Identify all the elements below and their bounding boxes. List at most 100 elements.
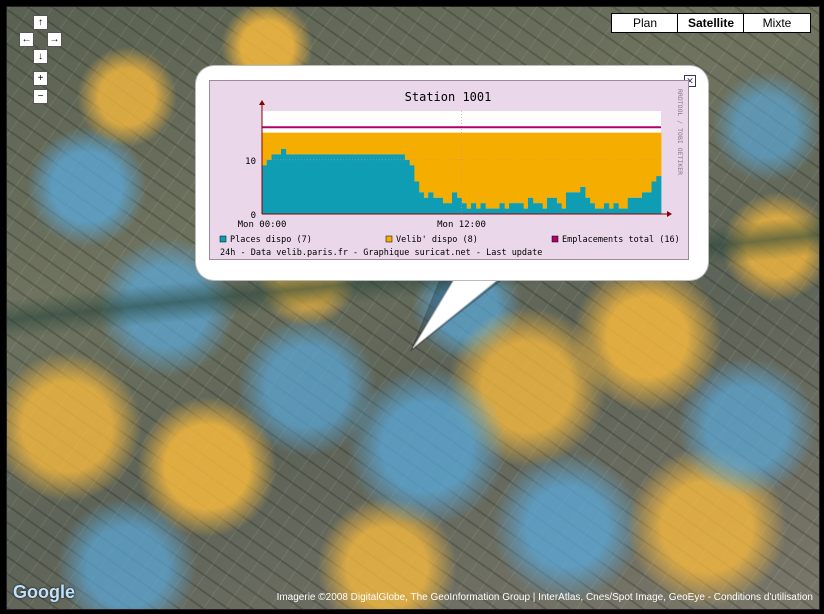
places-dispo-bar — [632, 197, 638, 214]
places-dispo-bar — [447, 203, 453, 214]
velib-dispo-bar — [504, 132, 510, 209]
velib-dispo-bar — [428, 132, 434, 193]
places-dispo-bar — [276, 154, 282, 214]
y-tick-label: 10 — [245, 157, 256, 167]
velib-dispo-bar — [623, 132, 629, 209]
velib-dispo-bar — [656, 132, 662, 177]
places-dispo-bar — [627, 197, 633, 214]
places-dispo-bar — [385, 154, 391, 214]
places-dispo-bar — [266, 159, 272, 214]
places-dispo-bar — [523, 208, 529, 214]
places-dispo-bar — [608, 208, 614, 214]
places-dispo-bar — [295, 154, 301, 214]
velib-dispo-bar — [471, 132, 477, 204]
places-dispo-bar — [475, 208, 481, 214]
velib-dispo-bar — [300, 132, 306, 155]
places-dispo-bar — [437, 197, 443, 214]
velib-dispo-bar — [580, 132, 586, 187]
places-dispo-bar — [528, 197, 534, 214]
places-dispo-bar — [418, 192, 424, 214]
places-dispo-bar — [328, 154, 334, 214]
chart-canvas: Station 1001 RRDTOOL / TOBI OETIKER 010M… — [219, 89, 684, 258]
places-dispo-bar — [490, 208, 496, 214]
velib-dispo-bar — [537, 132, 543, 204]
velib-dispo-bar — [466, 132, 472, 209]
velib-dispo-bar — [342, 132, 348, 155]
places-dispo-bar — [456, 197, 462, 214]
velib-dispo-bar — [566, 132, 572, 193]
places-dispo-bar — [646, 192, 652, 214]
places-dispo-bar — [409, 165, 415, 214]
x-axis-arrow — [667, 211, 672, 217]
places-dispo-bar — [623, 208, 629, 214]
legend-label: Emplacements total (16) — [562, 235, 680, 245]
velib-dispo-bar — [585, 132, 591, 198]
places-dispo-bar — [285, 154, 291, 214]
places-dispo-bar — [518, 203, 524, 214]
velib-dispo-bar — [594, 132, 600, 209]
places-dispo-bar — [290, 154, 296, 214]
velib-dispo-bar — [380, 132, 386, 155]
velib-dispo-bar — [295, 132, 301, 155]
places-dispo-bar — [361, 154, 367, 214]
places-dispo-bar — [594, 208, 600, 214]
places-dispo-bar — [414, 181, 420, 214]
station-info-popup: ✕ Station 1001 RRDTOOL / TOBI OETIKER 01… — [196, 66, 708, 280]
rrdtool-watermark: RRDTOOL / TOBI OETIKER — [676, 89, 684, 175]
places-dispo-bar — [618, 208, 624, 214]
velib-dispo-bar — [528, 132, 534, 198]
places-dispo-bar — [566, 192, 572, 214]
velib-dispo-bar — [371, 132, 377, 155]
velib-dispo-bar — [338, 132, 344, 155]
places-dispo-bar — [461, 203, 467, 214]
velib-dispo-bar — [627, 132, 633, 198]
places-dispo-bar — [561, 208, 567, 214]
velib-dispo-bar — [485, 132, 491, 209]
velib-dispo-bar — [547, 132, 553, 198]
velib-dispo-bar — [618, 132, 624, 209]
places-dispo-bar — [300, 154, 306, 214]
places-dispo-bar — [494, 208, 500, 214]
velib-dispo-bar — [304, 132, 310, 155]
places-dispo-bar — [309, 154, 315, 214]
velib-dispo-bar — [442, 132, 448, 204]
velib-dispo-bar — [262, 132, 268, 166]
velib-dispo-bar — [452, 132, 458, 193]
velib-dispo-bar — [385, 132, 391, 155]
places-dispo-bar — [580, 186, 586, 214]
places-dispo-bar — [471, 203, 477, 214]
places-dispo-bar — [262, 165, 268, 214]
velib-dispo-bar — [285, 132, 291, 155]
velib-dispo-bar — [475, 132, 481, 209]
legend-label: Velib' dispo (8) — [396, 235, 478, 245]
velib-dispo-bar — [390, 132, 396, 155]
velib-dispo-bar — [328, 132, 334, 155]
velib-dispo-bar — [518, 132, 524, 204]
places-dispo-bar — [642, 192, 648, 214]
velib-dispo-bar — [414, 132, 420, 182]
places-dispo-bar — [599, 208, 605, 214]
velib-dispo-bar — [276, 132, 282, 155]
x-tick-label: Mon 12:00 — [437, 220, 486, 230]
places-dispo-bar — [357, 154, 363, 214]
places-dispo-bar — [433, 197, 439, 214]
places-dispo-bar — [575, 192, 581, 214]
places-dispo-bar — [442, 203, 448, 214]
places-dispo-bar — [604, 203, 610, 214]
places-dispo-bar — [281, 148, 287, 214]
places-dispo-bar — [390, 154, 396, 214]
places-dispo-bar — [404, 159, 410, 214]
legend-swatch — [219, 235, 227, 243]
places-dispo-bar — [314, 154, 320, 214]
places-dispo-bar — [551, 197, 557, 214]
places-dispo-bar — [333, 154, 339, 214]
places-dispo-bar — [589, 203, 595, 214]
places-dispo-bar — [399, 154, 405, 214]
velib-dispo-bar — [523, 132, 529, 209]
velib-dispo-bar — [404, 132, 410, 160]
chart-footer: 24h - Data velib.paris.fr - Graphique su… — [220, 248, 542, 258]
velib-dispo-bar — [570, 132, 576, 193]
velib-dispo-bar — [613, 132, 619, 204]
places-dispo-bar — [570, 192, 576, 214]
velib-dispo-bar — [437, 132, 443, 198]
